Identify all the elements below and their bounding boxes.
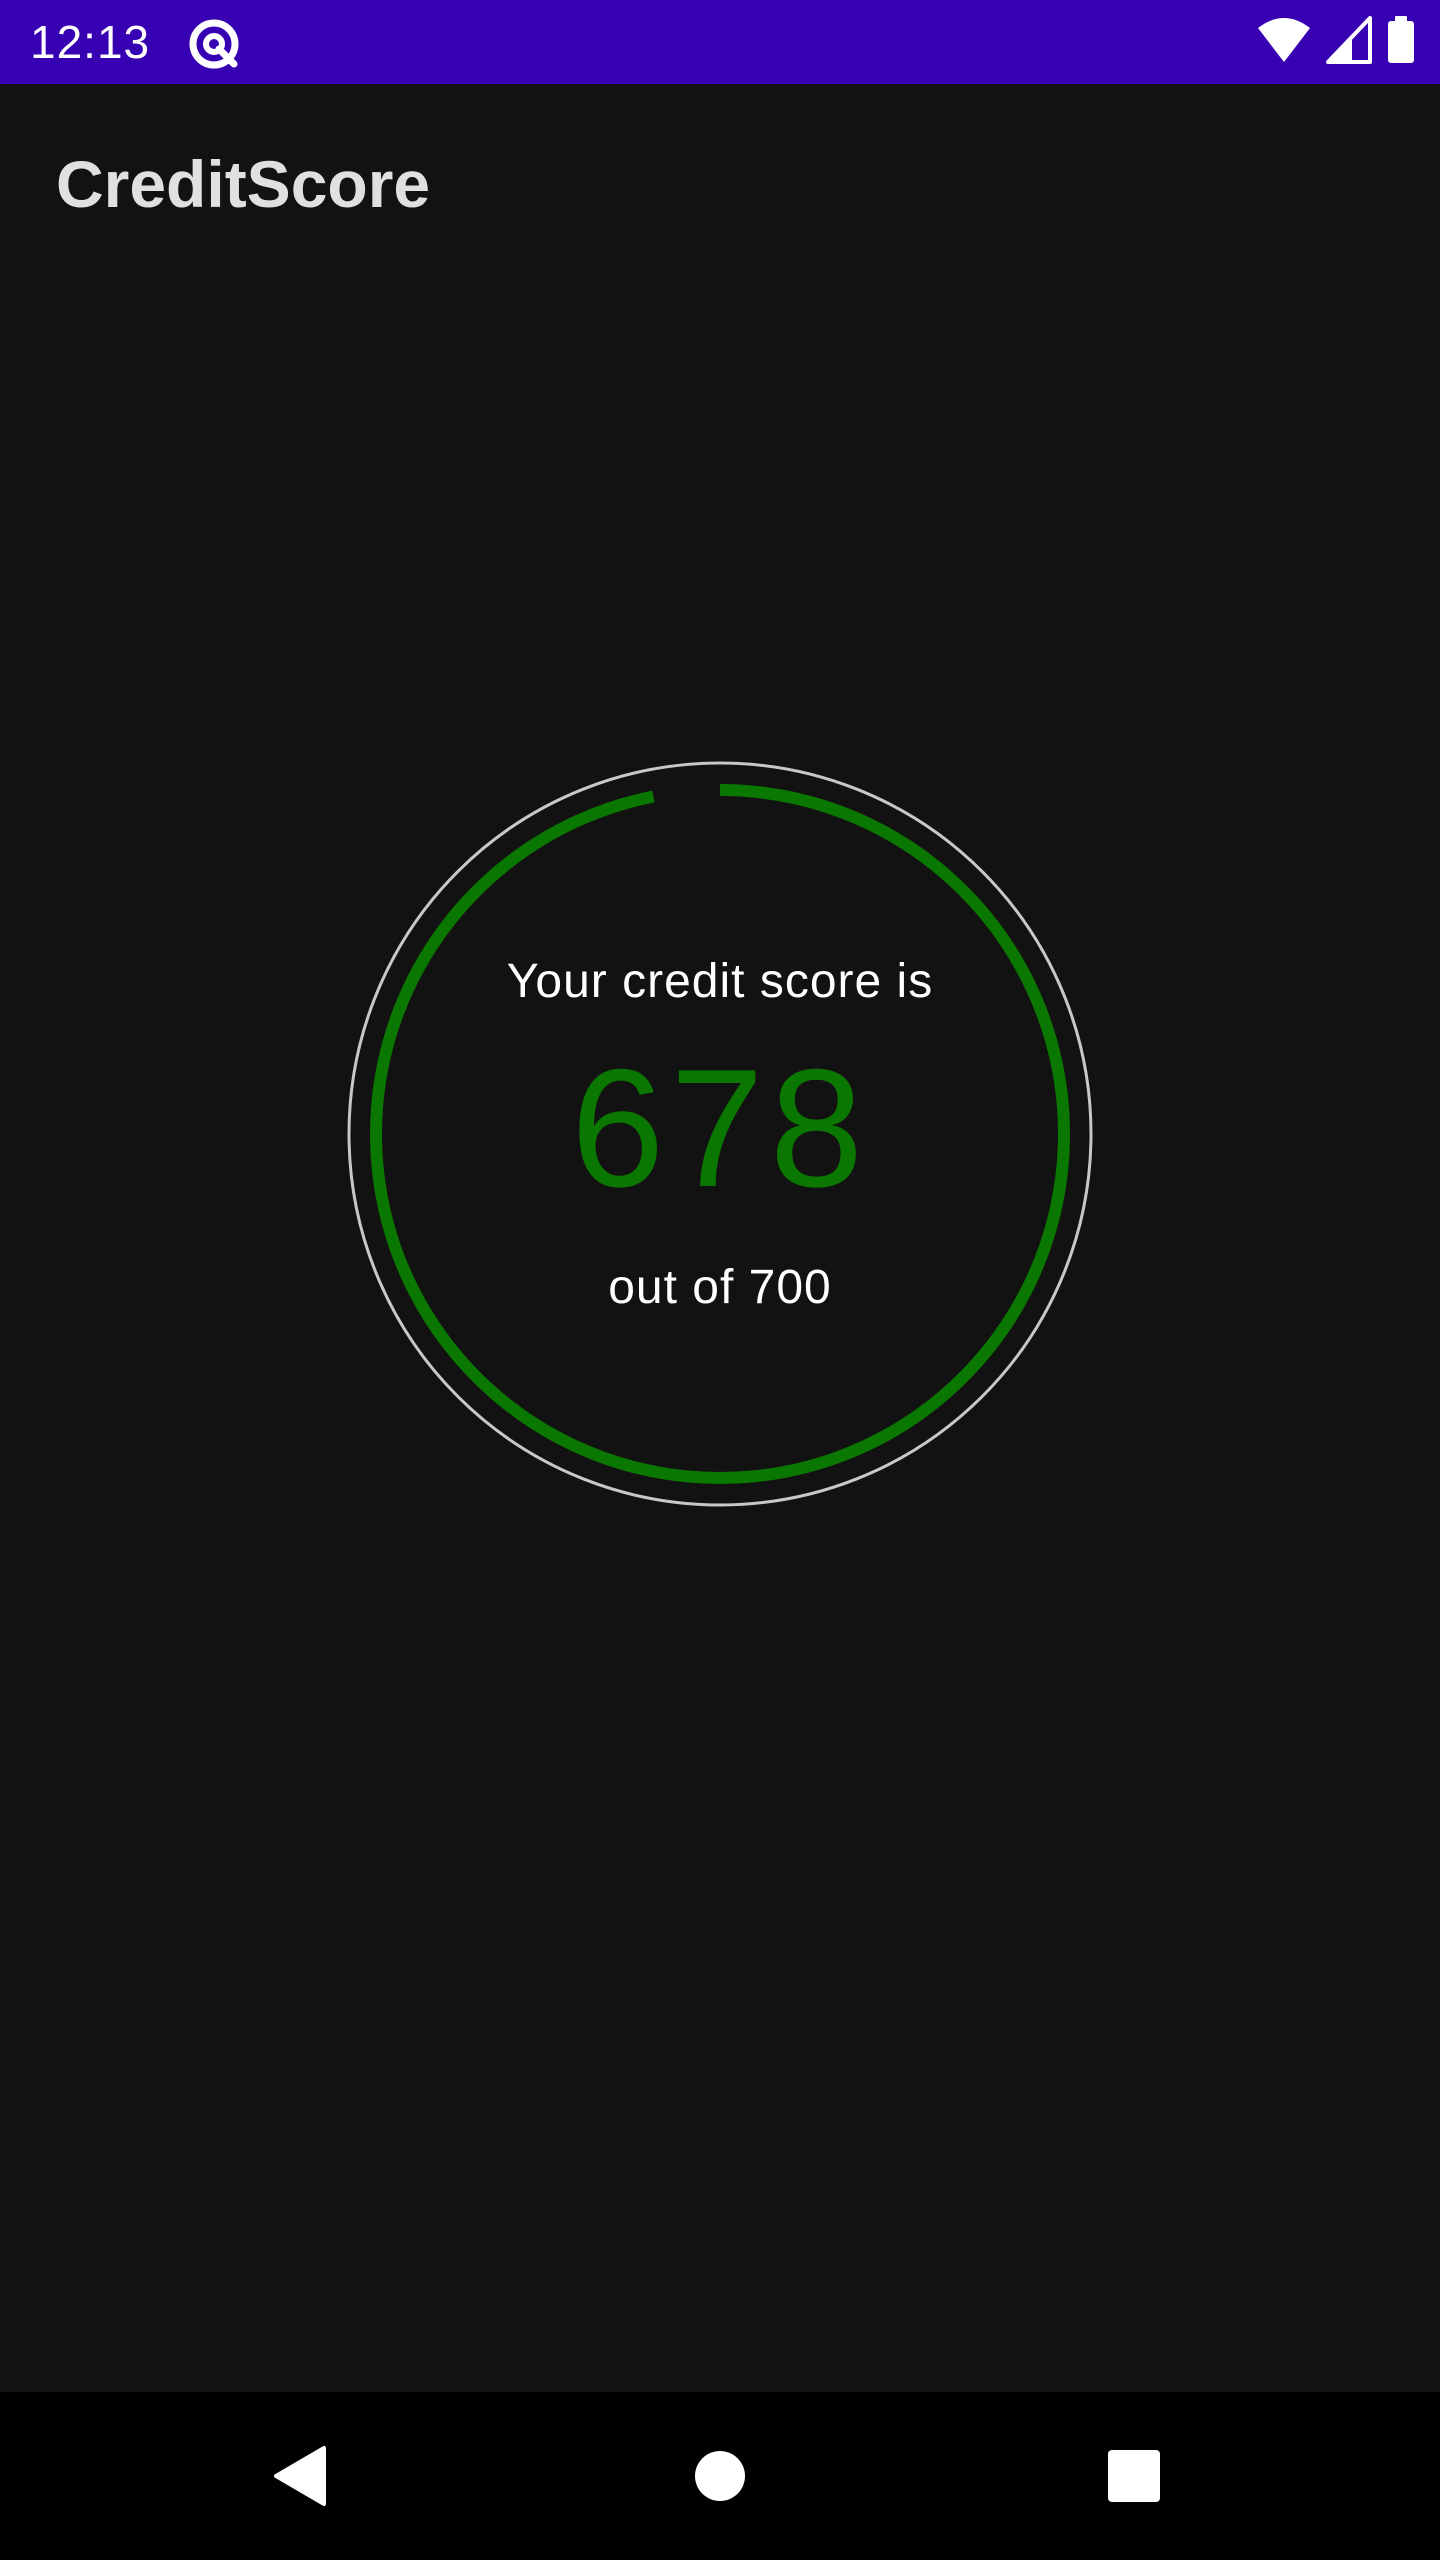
recents-button[interactable] <box>1094 2436 1174 2516</box>
status-icons <box>1256 15 1416 69</box>
status-bar: 12:13 <box>0 0 1440 84</box>
home-button[interactable] <box>680 2436 760 2516</box>
score-value: 678 <box>570 1034 870 1222</box>
cell-signal-icon <box>1326 15 1372 69</box>
wifi-icon <box>1256 16 1312 69</box>
status-time: 12:13 <box>30 16 151 68</box>
score-label: Your credit score is <box>506 955 934 1008</box>
score-max: out of 700 <box>608 1261 832 1314</box>
back-icon <box>274 2446 326 2506</box>
recents-icon <box>1108 2450 1160 2502</box>
home-icon <box>695 2451 745 2501</box>
navigation-bar <box>0 2392 1440 2560</box>
back-button[interactable] <box>260 2436 340 2516</box>
credit-score-widget: Your credit score is 678 out of 700 <box>344 758 1096 1510</box>
app-title: CreditScore <box>56 147 431 221</box>
battery-icon <box>1386 15 1416 69</box>
app-bar: CreditScore <box>0 84 1440 284</box>
app-notification-icon <box>186 16 242 72</box>
